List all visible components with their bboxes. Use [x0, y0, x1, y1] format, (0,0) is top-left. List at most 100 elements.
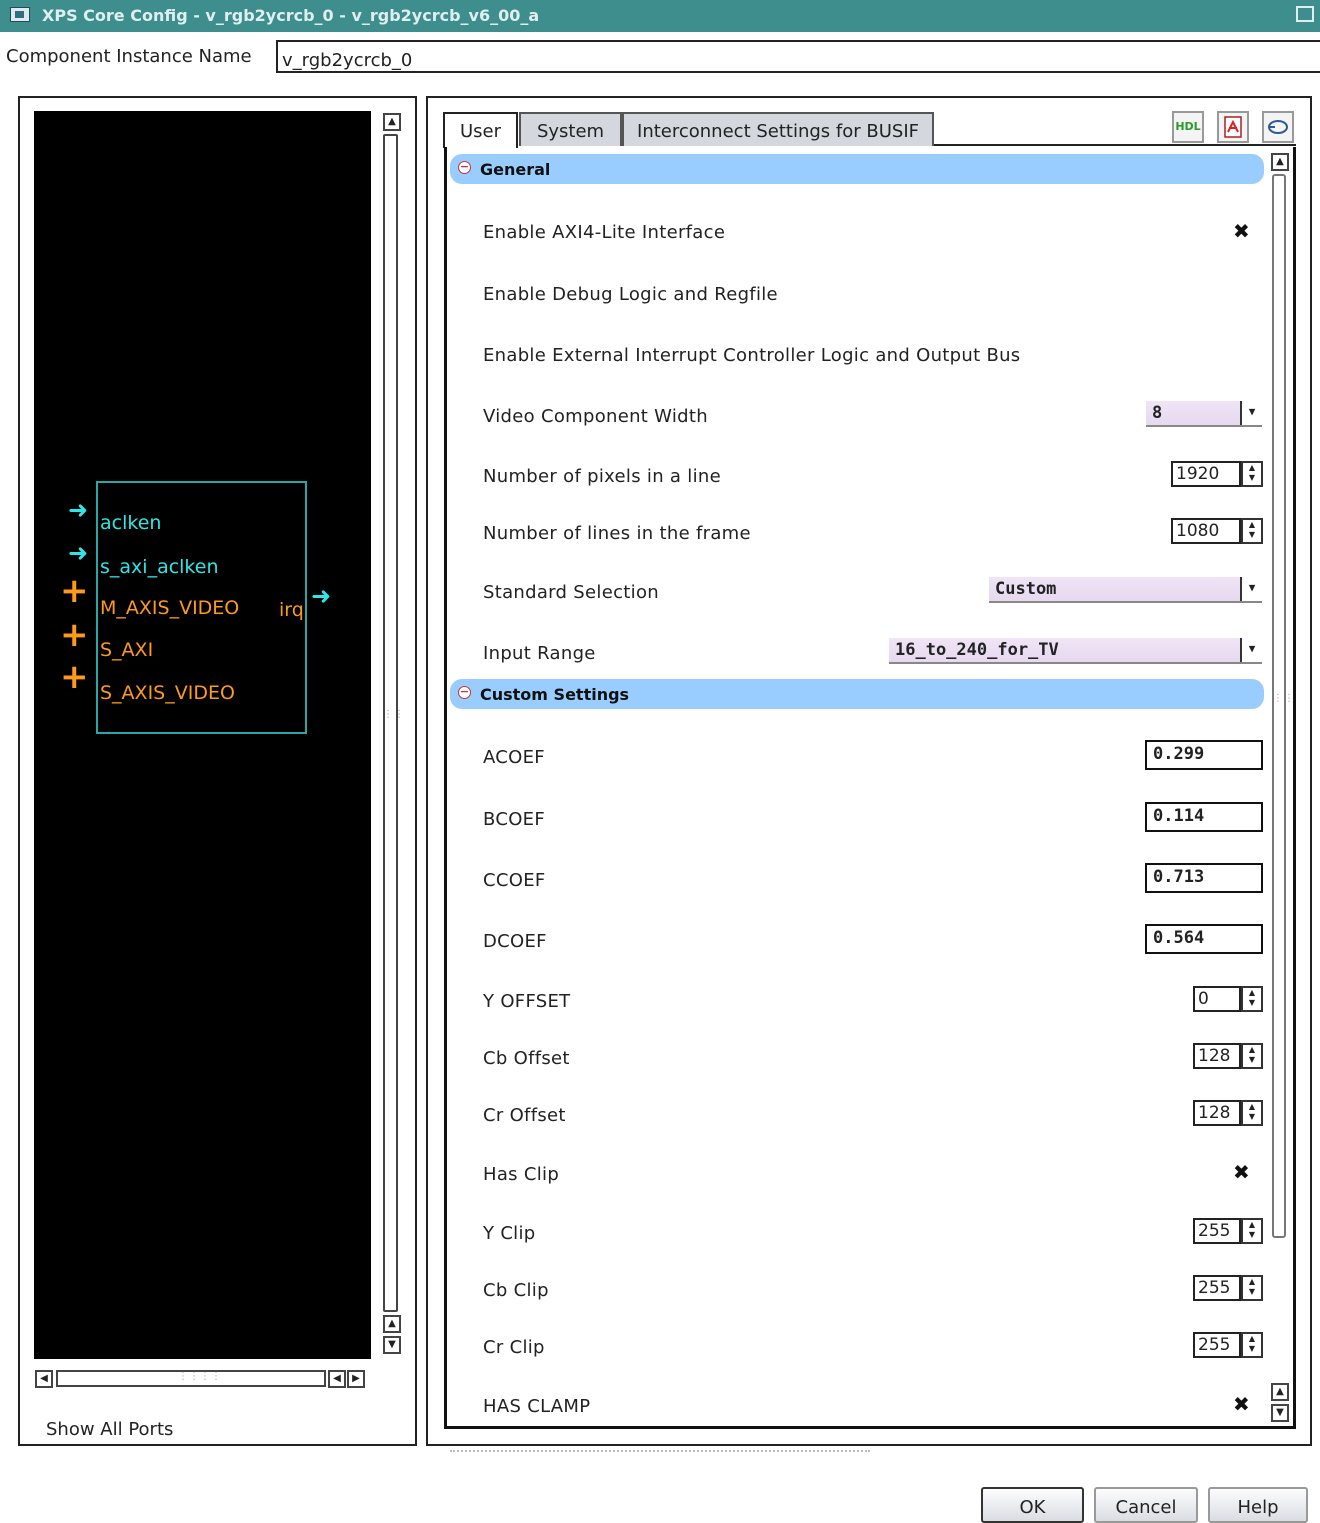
cancel-button[interactable]: Cancel [1094, 1487, 1198, 1523]
section-title: Custom Settings [480, 685, 630, 704]
video-width-label: Video Component Width [483, 406, 708, 427]
app-icon [10, 7, 30, 22]
cr-clip-stepper[interactable]: 255 ▲ ▼ [1193, 1332, 1263, 1358]
cb-clip-value[interactable]: 255 [1193, 1275, 1241, 1301]
cr-clip-value[interactable]: 255 [1193, 1332, 1241, 1358]
cr-clip-label: Cr Clip [483, 1337, 545, 1358]
enable-interrupt-label: Enable External Interrupt Controller Log… [483, 345, 1021, 366]
spinner-arrows-icon[interactable]: ▲ ▼ [1241, 1332, 1263, 1358]
ccoef-label: CCOEF [483, 870, 546, 891]
spinner-arrows-icon[interactable]: ▲ ▼ [1241, 1043, 1263, 1069]
scroll-up-icon[interactable]: ▲ [383, 113, 401, 131]
has-clamp-checkbox[interactable]: ✖ [1233, 1392, 1250, 1416]
output-arrow-icon: ➜ [311, 582, 332, 610]
enable-debug-checkbox[interactable] [1228, 282, 1252, 306]
has-clamp-label: HAS CLAMP [483, 1396, 591, 1417]
acoef-field[interactable]: 0.299 [1145, 740, 1263, 770]
ccoef-field[interactable]: 0.713 [1145, 863, 1263, 893]
pixels-per-line-value[interactable]: 1920 [1171, 461, 1241, 487]
collapse-icon[interactable]: − [458, 686, 471, 699]
y-clip-value[interactable]: 255 [1193, 1218, 1241, 1244]
chevron-down-icon[interactable]: ▼ [1240, 577, 1262, 601]
pixels-per-line-stepper[interactable]: 1920 ▲ ▼ [1171, 461, 1263, 487]
bcoef-field[interactable]: 0.114 [1145, 802, 1263, 832]
tab-interconnect-settings[interactable]: Interconnect Settings for BUSIF [622, 112, 934, 146]
port-s-axi[interactable]: S_AXI [100, 639, 153, 661]
spinner-arrows-icon[interactable]: ▲ ▼ [1241, 1218, 1263, 1244]
scroll-up-icon[interactable]: ▲ [1271, 153, 1289, 171]
port-aclken[interactable]: aclken [100, 512, 161, 534]
vertical-scrollbar[interactable] [383, 134, 398, 1312]
cr-offset-value[interactable]: 128 [1193, 1100, 1241, 1126]
scroll-down-icon[interactable]: ▼ [383, 1336, 401, 1354]
standard-selection-select[interactable]: Custom ▼ [989, 577, 1262, 603]
has-clip-label: Has Clip [483, 1164, 560, 1185]
tab-system[interactable]: System [519, 112, 622, 146]
port-s-axi-aclken[interactable]: s_axi_aclken [100, 556, 219, 578]
section-title: General [480, 160, 551, 179]
section-custom-settings[interactable]: − Custom Settings [450, 679, 1264, 709]
window-title: XPS Core Config - v_rgb2ycrcb_0 - v_rgb2… [42, 6, 540, 25]
enable-axi4-lite-checkbox[interactable]: ✖ [1233, 219, 1250, 243]
tab-user[interactable]: User [443, 112, 518, 148]
bcoef-label: BCOEF [483, 809, 545, 830]
cb-clip-label: Cb Clip [483, 1280, 549, 1301]
parameters-content [444, 147, 1296, 1429]
collapse-icon[interactable]: − [458, 161, 471, 174]
has-clip-checkbox[interactable]: ✖ [1233, 1160, 1250, 1184]
input-range-value: 16_to_240_for_TV [895, 640, 1059, 660]
title-bar: XPS Core Config - v_rgb2ycrcb_0 - v_rgb2… [0, 0, 1320, 32]
spinner-arrows-icon[interactable]: ▲ ▼ [1241, 1100, 1263, 1126]
maximize-icon[interactable] [1296, 6, 1314, 22]
standard-selection-value: Custom [995, 579, 1057, 599]
content-vertical-scrollbar[interactable] [1272, 174, 1286, 1238]
spinner-arrows-icon[interactable]: ▲ ▼ [1241, 986, 1263, 1012]
port-s-axis-video[interactable]: S_AXIS_VIDEO [100, 682, 235, 704]
instance-name-field[interactable]: v_rgb2ycrcb_0 [276, 40, 1320, 73]
scroll-down-icon[interactable]: ▼ [1271, 1404, 1289, 1422]
spinner-arrows-icon[interactable]: ▲ ▼ [1241, 518, 1263, 544]
bus-plus-icon[interactable]: + [60, 574, 89, 608]
spinner-arrows-icon[interactable]: ▲ ▼ [1241, 1275, 1263, 1301]
scroll-grip-icon: ⋮⋮⋮⋮ [178, 1371, 222, 1382]
dcoef-field[interactable]: 0.564 [1145, 924, 1263, 954]
sync-icon[interactable] [1262, 111, 1294, 143]
cb-clip-stepper[interactable]: 255 ▲ ▼ [1193, 1275, 1263, 1301]
scroll-grip-icon: ⋮⋮ [1273, 693, 1295, 704]
spinner-arrows-icon[interactable]: ▲ ▼ [1241, 461, 1263, 487]
port-irq[interactable]: irq [279, 599, 304, 621]
help-button[interactable]: Help [1208, 1487, 1308, 1523]
lines-per-frame-stepper[interactable]: 1080 ▲ ▼ [1171, 518, 1263, 544]
bus-plus-icon[interactable]: + [60, 660, 89, 694]
section-general[interactable]: − General [450, 154, 1264, 184]
cr-offset-stepper[interactable]: 128 ▲ ▼ [1193, 1100, 1263, 1126]
chevron-down-icon[interactable]: ▼ [1240, 638, 1262, 662]
cb-offset-value[interactable]: 128 [1193, 1043, 1241, 1069]
y-offset-value[interactable]: 0 [1193, 986, 1241, 1012]
port-m-axis-video[interactable]: M_AXIS_VIDEO [100, 597, 239, 619]
hdl-button[interactable]: HDL [1172, 111, 1204, 143]
resize-grip-divider[interactable] [450, 1450, 870, 1454]
enable-interrupt-checkbox[interactable] [1228, 343, 1252, 367]
chevron-down-icon[interactable]: ▼ [1240, 401, 1262, 425]
pdf-icon[interactable] [1217, 111, 1249, 143]
cb-offset-stepper[interactable]: 128 ▲ ▼ [1193, 1043, 1263, 1069]
cb-offset-label: Cb Offset [483, 1048, 570, 1069]
scroll-left-icon[interactable]: ◀ [35, 1370, 53, 1388]
y-offset-stepper[interactable]: 0 ▲ ▼ [1193, 986, 1263, 1012]
scroll-up-icon[interactable]: ▲ [1271, 1383, 1289, 1401]
y-clip-stepper[interactable]: 255 ▲ ▼ [1193, 1218, 1263, 1244]
show-all-ports-label[interactable]: Show All Ports [46, 1419, 173, 1440]
scroll-up-icon[interactable]: ▲ [383, 1315, 401, 1333]
y-clip-label: Y Clip [483, 1223, 536, 1244]
acoef-label: ACOEF [483, 747, 545, 768]
video-width-select[interactable]: 8 ▼ [1146, 401, 1262, 427]
standard-selection-label: Standard Selection [483, 582, 659, 603]
bus-plus-icon[interactable]: + [60, 618, 89, 652]
input-range-label: Input Range [483, 643, 596, 664]
scroll-right-icon[interactable]: ▶ [347, 1370, 365, 1388]
input-range-select[interactable]: 16_to_240_for_TV ▼ [889, 638, 1262, 664]
lines-per-frame-value[interactable]: 1080 [1171, 518, 1241, 544]
ok-button[interactable]: OK [981, 1487, 1084, 1523]
scroll-left-icon[interactable]: ◀ [328, 1370, 346, 1388]
